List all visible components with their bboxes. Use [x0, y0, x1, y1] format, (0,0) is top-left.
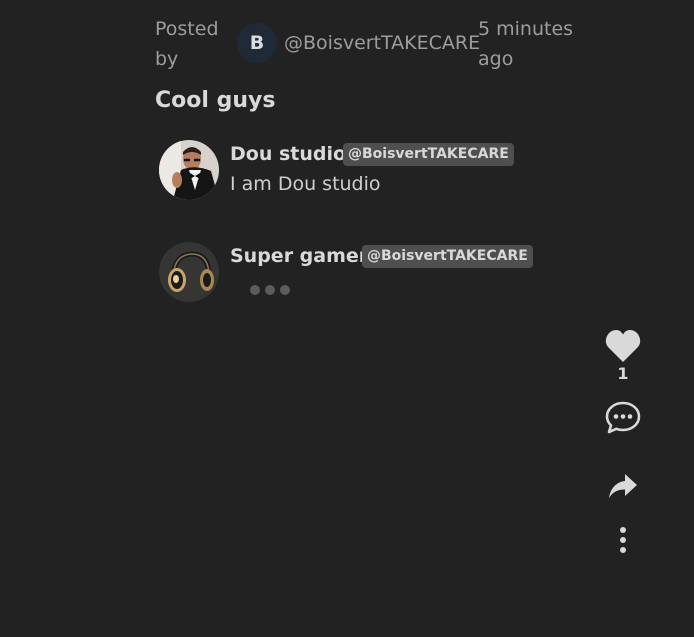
message-text: I am Dou studio: [230, 173, 381, 195]
share-icon: [609, 474, 637, 498]
comment-icon: [605, 401, 641, 434]
gold-headphones-photo: [159, 242, 219, 302]
message-item: Dou studio @BoisvertTAKECARE I am Dou st…: [159, 140, 579, 204]
avatar[interactable]: [159, 140, 219, 200]
man-in-tuxedo-photo: [159, 140, 219, 200]
message-author-name[interactable]: Dou studio: [230, 140, 346, 168]
avatar[interactable]: [159, 242, 219, 302]
typing-dot: [250, 285, 260, 295]
like-count: 1: [617, 364, 629, 383]
posted-by-label: Posted by: [155, 18, 219, 70]
heart-icon: [605, 329, 641, 362]
post-timestamp: 5 minutes ago: [478, 18, 574, 70]
author-handle[interactable]: @BoisvertTAKECARE: [284, 28, 480, 58]
comment-button[interactable]: [600, 398, 646, 438]
message-item: Super gamer @BoisvertTAKECARE: [159, 242, 579, 306]
more-options-button[interactable]: [600, 520, 646, 560]
message-author-tag[interactable]: @BoisvertTAKECARE: [362, 245, 533, 268]
like-button[interactable]: [600, 326, 646, 366]
more-vertical-icon: [620, 527, 626, 553]
message-author-name[interactable]: Super gamer: [230, 242, 368, 270]
typing-dot: [265, 285, 275, 295]
post-page: Posted by B @BoisvertTAKECARE 5 minutes …: [0, 0, 694, 637]
share-button[interactable]: [600, 466, 646, 506]
typing-dot: [280, 285, 290, 295]
message-author-tag[interactable]: @BoisvertTAKECARE: [343, 143, 514, 166]
author-avatar[interactable]: B: [237, 23, 277, 63]
post-title: Cool guys: [155, 88, 276, 113]
